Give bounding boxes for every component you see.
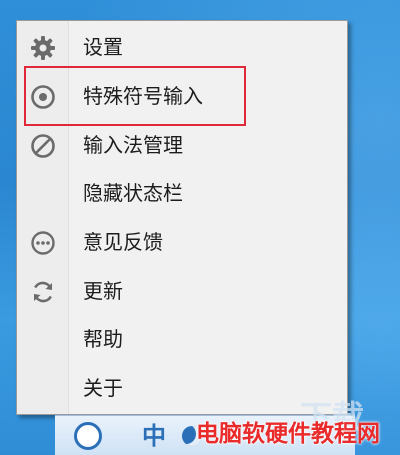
menu-item-label: 隐藏状态栏 <box>83 181 183 205</box>
menu-item-ime-management[interactable]: 输入法管理 <box>17 123 347 167</box>
menu-item-label: 输入法管理 <box>83 133 183 157</box>
gear-icon <box>29 34 57 62</box>
menu-item-label: 帮助 <box>83 327 123 351</box>
ime-logo-icon[interactable] <box>71 420 105 452</box>
slash-circle-icon <box>29 132 57 160</box>
menu-item-settings[interactable]: 设置 <box>17 25 347 69</box>
menu-item-label: 更新 <box>83 279 123 303</box>
menu-item-update[interactable]: 更新 <box>17 269 347 313</box>
menu-item-label: 关于 <box>83 376 123 400</box>
menu-item-label: 意见反馈 <box>83 230 163 254</box>
ime-mode-toggle[interactable]: 中 <box>137 420 171 452</box>
watermark-text: 电脑软硬件教程网 <box>196 421 380 447</box>
highlight-annotation-box <box>24 66 246 126</box>
refresh-icon <box>29 278 57 306</box>
menu-item-about[interactable]: 关于 <box>17 366 347 410</box>
menu-item-label: 设置 <box>83 35 123 59</box>
ime-mode-label: 中 <box>142 422 166 450</box>
menu-item-help[interactable]: 帮助 <box>17 317 347 361</box>
ellipsis-circle-icon <box>29 229 57 257</box>
menu-item-hide-status-bar[interactable]: 隐藏状态栏 <box>17 171 347 215</box>
menu-item-feedback[interactable]: 意见反馈 <box>17 220 347 264</box>
